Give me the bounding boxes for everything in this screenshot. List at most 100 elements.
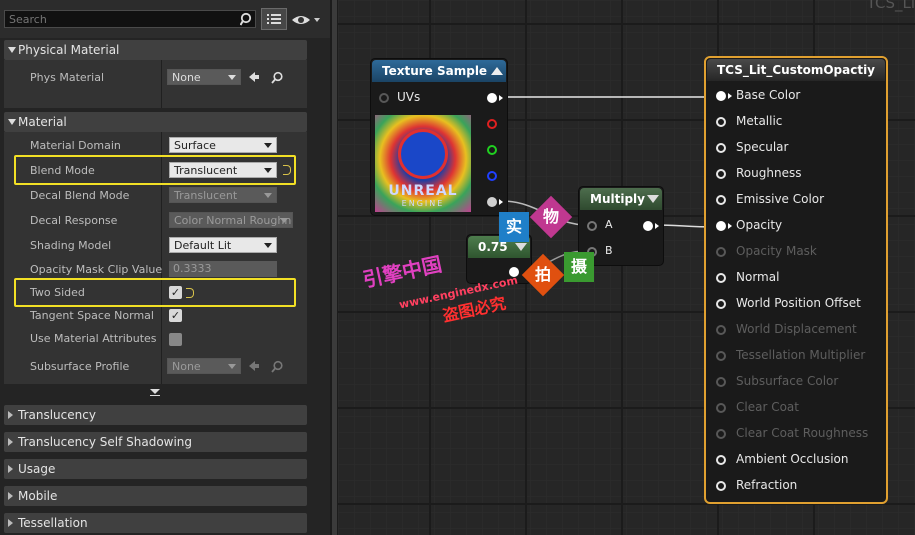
result-input-pin[interactable] (716, 299, 726, 309)
result-input-pin[interactable] (716, 351, 726, 361)
expand-arrow-icon (8, 411, 13, 419)
watermark-box-3-text: 拍 (534, 264, 552, 284)
pin-arrow-icon (499, 95, 503, 101)
result-input-pin[interactable] (716, 455, 726, 465)
result-input-pin[interactable] (716, 195, 726, 205)
use-material-attributes-checkbox[interactable] (169, 333, 182, 346)
collapse-icon[interactable] (647, 195, 659, 203)
watermark-box-1: 实 (499, 212, 529, 242)
category-material[interactable]: Material (4, 112, 307, 132)
result-input-pin[interactable] (716, 273, 726, 283)
graph-title: TCS_Li (866, 0, 915, 12)
category-translucency-self-shadowing[interactable]: Translucency Self Shadowing (4, 432, 307, 452)
result-input-pin[interactable] (716, 481, 726, 491)
phys-material-value: None (172, 71, 201, 84)
decal-blend-mode-label: Decal Blend Mode (30, 189, 130, 202)
result-input-pin[interactable] (716, 377, 726, 387)
dropdown-arrow-icon (264, 193, 272, 198)
search-input[interactable] (4, 10, 256, 28)
texture-sample-node[interactable]: Texture Sample UVs UNREAL ENGINE (370, 58, 508, 216)
decal-blend-mode-dropdown[interactable]: Translucent (169, 187, 277, 203)
texture-preview: UNREAL ENGINE (375, 115, 471, 212)
opacity-mask-clip-field[interactable]: 0.3333 (169, 261, 277, 277)
arrow-left-icon[interactable] (248, 71, 260, 83)
result-input-pin[interactable] (716, 169, 726, 179)
input-a-label: A (605, 218, 613, 231)
material-result-header: TCS_Lit_CustomOpactiу (707, 59, 885, 81)
input-a-pin[interactable] (587, 221, 597, 231)
decal-response-dropdown[interactable]: Color Normal Roughness (169, 212, 293, 228)
category-label: Physical Material (18, 43, 120, 57)
category-translucency[interactable]: Translucency (4, 405, 307, 425)
scrollbar-thumb[interactable] (332, 0, 337, 535)
result-pin-label: Emissive Color (736, 192, 825, 206)
result-input-pin[interactable] (716, 117, 726, 127)
category-usage[interactable]: Usage (4, 459, 307, 479)
shading-model-value: Default Lit (174, 239, 232, 252)
pin-arrow-icon (499, 199, 503, 205)
arrow-left-icon[interactable] (248, 360, 260, 372)
preview-subtext: ENGINE (401, 199, 445, 208)
pin-arrow-icon (655, 223, 659, 229)
phys-material-dropdown[interactable]: None (167, 69, 241, 85)
collapse-icon[interactable] (491, 67, 503, 75)
result-pin-label: Clear Coat (736, 400, 799, 414)
subsurface-profile-value: None (172, 360, 201, 373)
result-pin-label: World Position Offset (736, 296, 861, 310)
texture-sample-header: Texture Sample (372, 60, 506, 82)
result-input-pin[interactable] (716, 221, 726, 231)
result-input-pin[interactable] (716, 91, 726, 101)
shading-model-label: Shading Model (30, 239, 112, 252)
category-label: Mobile (18, 489, 58, 503)
eye-icon[interactable] (291, 12, 321, 28)
search-icon[interactable] (271, 71, 284, 84)
tangent-space-normal-checkbox[interactable]: ✓ (169, 309, 182, 322)
shading-model-dropdown[interactable]: Default Lit (169, 237, 277, 253)
category-mobile[interactable]: Mobile (4, 486, 307, 506)
list-view-button[interactable] (261, 8, 287, 30)
result-input-pin[interactable] (716, 143, 726, 153)
result-input-pin[interactable] (716, 403, 726, 413)
result-pin-label: Opacity (736, 218, 783, 232)
output-b-pin[interactable] (487, 171, 497, 181)
output-g-pin[interactable] (487, 145, 497, 155)
collapse-icon[interactable] (515, 243, 527, 251)
magnifier-icon[interactable] (240, 12, 254, 26)
result-pin-label: Clear Coat Roughness (736, 426, 869, 440)
result-input-pin[interactable] (716, 325, 726, 335)
search-icon[interactable] (271, 360, 284, 373)
expand-arrow-icon (8, 465, 13, 473)
result-pin-label: Tessellation Multiplier (736, 348, 866, 362)
uvs-pin[interactable] (379, 93, 389, 103)
use-material-attributes-label: Use Material Attributes (30, 332, 157, 345)
multiply-output-pin[interactable] (643, 221, 653, 231)
result-input-pin[interactable] (716, 429, 726, 439)
category-label: Tessellation (18, 516, 88, 530)
watermark-box-4: 摄 (564, 252, 594, 282)
result-input-pin[interactable] (716, 247, 726, 257)
result-pin-label: Normal (736, 270, 780, 284)
material-domain-dropdown[interactable]: Surface (169, 137, 277, 153)
dropdown-arrow-icon (264, 143, 272, 148)
material-result-node[interactable]: TCS_Lit_CustomOpactiу Base Color Metallic… (704, 56, 888, 504)
blend-mode-highlight (14, 155, 296, 185)
result-pin-label: Metallic (736, 114, 783, 128)
decal-response-value: Color Normal Roughness (174, 214, 292, 227)
category-tessellation[interactable]: Tessellation (4, 513, 307, 533)
subsurface-profile-dropdown[interactable]: None (167, 358, 241, 374)
result-pin-label: Subsurface Color (736, 374, 839, 388)
decal-response-label: Decal Response (30, 214, 118, 227)
two-sided-highlight (14, 278, 296, 307)
category-label: Translucency (18, 408, 96, 422)
output-a-pin[interactable] (487, 197, 497, 207)
uvs-label: UVs (397, 90, 421, 104)
category-label: Usage (18, 462, 56, 476)
show-advanced-icon[interactable] (150, 389, 160, 394)
unreal-logo-icon (398, 129, 448, 179)
expand-arrow-icon (8, 119, 16, 125)
output-r-pin[interactable] (487, 119, 497, 129)
category-physical-material[interactable]: Physical Material (4, 40, 307, 60)
expand-arrow-icon (8, 492, 13, 500)
watermark-box-2-text: 物 (542, 206, 560, 226)
output-rgb-pin[interactable] (487, 93, 497, 103)
